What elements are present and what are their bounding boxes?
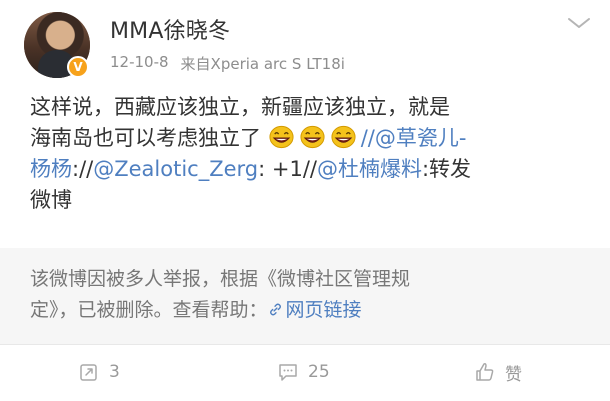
post-content: 这样说，西藏应该独立，新疆应该独立，就是 海南岛也可以考虑独立了 //@草瓷儿-… (30, 92, 590, 216)
post-text: :// (72, 157, 94, 181)
grin-emoji-icon (300, 125, 325, 149)
like-label: 赞 (505, 364, 522, 385)
deleted-line-1: 该微博因被多人举报，根据《微博社区管理规 (30, 268, 411, 290)
post-separator: // (360, 126, 375, 150)
mention-link[interactable]: @Zealotic_Zerg (93, 157, 258, 181)
post-text: :转发 (421, 157, 472, 181)
link-icon (269, 303, 281, 316)
post-text: 海南岛也可以考虑独立了 (30, 126, 261, 150)
deleted-notice: 该微博因被多人举报，根据《微博社区管理规 定》，已被删除。查看帮助： 网页链接 (0, 248, 610, 344)
verified-badge: V (67, 56, 89, 78)
deleted-text: 定》，已被删除。查看帮助： (30, 299, 268, 321)
action-bar: 3 25 赞 (0, 344, 610, 401)
comment-icon (279, 364, 297, 381)
mention-link[interactable]: 杨杨 (30, 157, 72, 181)
repost-button[interactable]: 3 (78, 358, 120, 386)
help-link[interactable]: 网页链接 (268, 299, 362, 321)
grin-emoji-icon (331, 125, 356, 149)
chevron-down-icon[interactable] (566, 14, 592, 32)
repost-count: 3 (109, 362, 120, 382)
post-header: V MMA徐晓冬 12-10-8 来自Xperia arc S LT18i (0, 0, 610, 90)
comment-count: 25 (308, 362, 330, 382)
post-meta: 12-10-8 来自Xperia arc S LT18i (110, 53, 345, 74)
mention-link[interactable]: @杜楠爆料 (317, 157, 422, 181)
post-line-1: 这样说，西藏应该独立，新疆应该独立，就是 (30, 95, 450, 119)
post-line-3: 杨杨://@Zealotic_Zerg: +1//@杜楠爆料:转发 (30, 154, 590, 185)
deleted-notice-text: 该微博因被多人举报，根据《微博社区管理规 定》，已被删除。查看帮助： 网页链接 (30, 264, 575, 326)
help-link-label: 网页链接 (285, 299, 362, 321)
post-line-2: 海南岛也可以考虑独立了 //@草瓷儿- (30, 123, 590, 154)
repost-icon (80, 364, 97, 381)
thumbs-up-icon (476, 363, 494, 381)
mention-link[interactable]: @草瓷儿- (375, 126, 467, 150)
post-source: 来自Xperia arc S LT18i (180, 55, 345, 73)
post-text: : +1// (258, 157, 317, 181)
post-line-4: 微博 (30, 188, 72, 212)
comment-button[interactable]: 25 (277, 358, 330, 386)
deleted-line-2: 定》，已被删除。查看帮助： 网页链接 (30, 295, 575, 326)
like-button[interactable]: 赞 (474, 358, 522, 386)
username[interactable]: MMA徐晓冬 (110, 13, 230, 45)
post-date: 12-10-8 (110, 53, 169, 71)
grin-emoji-icon (269, 125, 294, 149)
